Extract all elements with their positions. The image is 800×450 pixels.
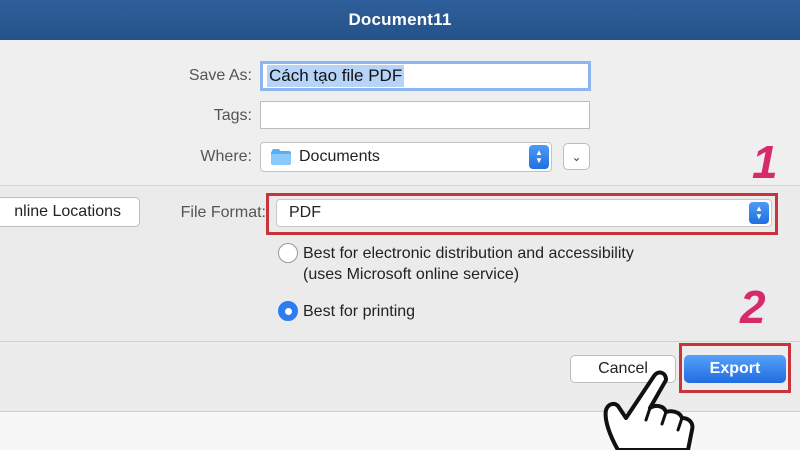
- online-locations-label: nline Locations: [14, 203, 121, 220]
- file-format-label: File Format:: [180, 204, 266, 221]
- radio-best-for-printing[interactable]: [278, 301, 298, 321]
- hand-cursor-icon: [603, 370, 695, 450]
- online-locations-button[interactable]: nline Locations: [0, 197, 140, 227]
- where-value: Documents: [299, 148, 380, 165]
- option-electronic-line2: (uses Microsoft online service): [303, 266, 520, 283]
- file-format-highlight-box: [266, 193, 778, 235]
- option-electronic-distribution-text: Best for electronic distribution and acc…: [303, 243, 634, 285]
- popup-arrows-icon: ▲ ▼: [529, 145, 549, 169]
- window-title: Document11: [348, 10, 452, 29]
- save-as-label: Save As:: [188, 67, 252, 84]
- folder-icon: [271, 149, 291, 165]
- option-electronic-line1: Best for electronic distribution and acc…: [303, 245, 634, 262]
- step-marker-1: 1: [752, 136, 778, 188]
- option-best-for-printing-text: Best for printing: [303, 303, 416, 320]
- tags-input[interactable]: [260, 101, 590, 129]
- radio-electronic-distribution[interactable]: [278, 243, 298, 263]
- save-as-input[interactable]: Cách tạo file PDF: [260, 61, 591, 91]
- step-marker-2: 2: [740, 281, 766, 333]
- where-popup[interactable]: Documents ▲ ▼: [260, 142, 552, 172]
- tags-label: Tags:: [213, 107, 252, 124]
- chevron-down-icon: ⌄: [571, 149, 582, 164]
- save-as-value: Cách tạo file PDF: [267, 65, 405, 87]
- expand-button[interactable]: ⌄: [563, 143, 590, 170]
- window-titlebar: Document11: [0, 0, 800, 40]
- where-label: Where:: [200, 148, 252, 165]
